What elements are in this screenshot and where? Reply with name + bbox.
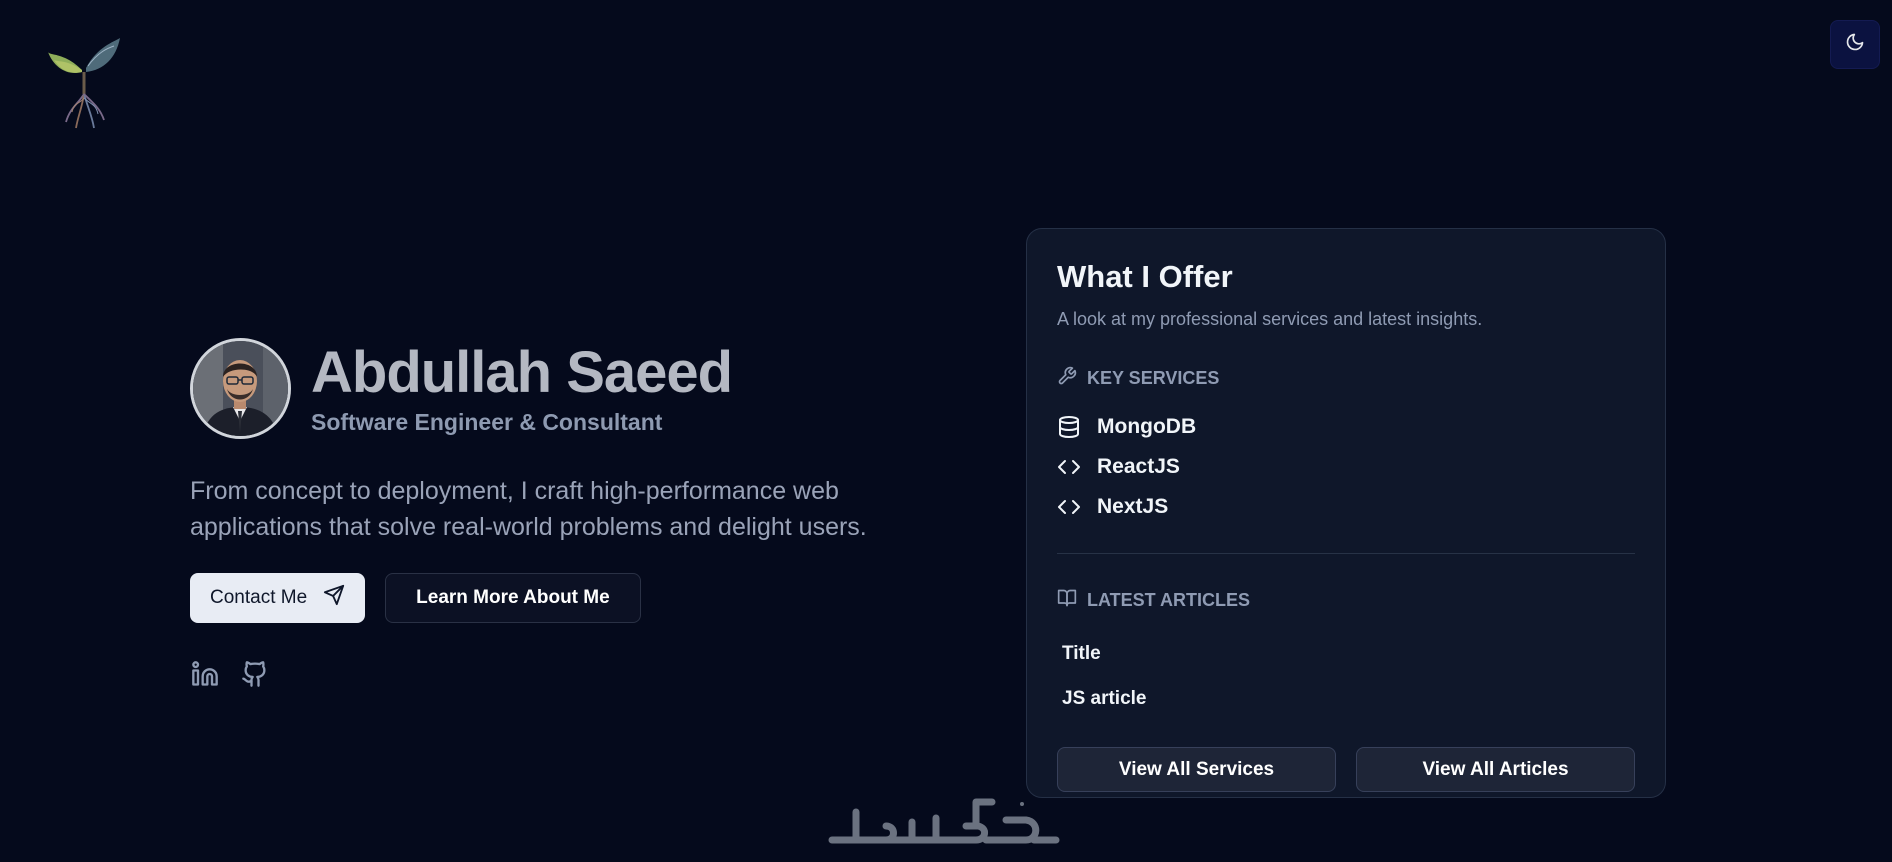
code-icon <box>1057 495 1081 519</box>
theme-toggle-button[interactable] <box>1830 20 1880 69</box>
book-open-icon <box>1057 588 1077 613</box>
article-link[interactable]: Title <box>1057 631 1635 676</box>
contact-me-button[interactable]: Contact Me <box>190 573 366 623</box>
articles-heading-label: Latest Articles <box>1087 590 1250 610</box>
identity-block: Abdullah Saeed Software Engineer & Consu… <box>190 338 910 439</box>
github-link[interactable] <box>240 660 270 693</box>
card-actions: View All Services View All Articles <box>1057 747 1635 792</box>
service-label: MongoDB <box>1097 415 1197 438</box>
khamsat-watermark-logo <box>826 792 1062 852</box>
hero-name: Abdullah Saeed <box>311 340 733 405</box>
offer-subtitle: A look at my professional services and l… <box>1057 309 1483 329</box>
service-label: ReactJS <box>1097 455 1180 478</box>
github-icon <box>241 660 269 693</box>
code-icon <box>1057 455 1081 479</box>
linkedin-icon <box>191 660 219 693</box>
hero-section: Abdullah Saeed Software Engineer & Consu… <box>190 338 910 691</box>
offer-title: What I Offer <box>1057 259 1233 294</box>
avatar <box>190 338 291 439</box>
social-links <box>190 660 910 693</box>
contact-me-label: Contact Me <box>210 587 308 608</box>
hero-actions: Contact Me Learn More About Me <box>190 573 910 623</box>
offer-card: What I Offer A look at my professional s… <box>1026 228 1666 798</box>
services-heading: Key Services <box>1057 366 1635 391</box>
services-heading-label: Key Services <box>1087 368 1220 388</box>
service-item-nextjs[interactable]: NextJS <box>1057 487 1635 527</box>
name-block: Abdullah Saeed Software Engineer & Consu… <box>311 340 733 436</box>
card-divider <box>1057 553 1635 554</box>
service-label: NextJS <box>1097 495 1169 518</box>
send-icon <box>323 584 345 612</box>
article-link[interactable]: JS article <box>1057 676 1635 721</box>
service-item-reactjs[interactable]: ReactJS <box>1057 447 1635 487</box>
learn-more-button[interactable]: Learn More About Me <box>385 573 641 623</box>
service-list: MongoDB ReactJS NextJS <box>1057 407 1635 527</box>
article-list: Title JS article <box>1057 631 1635 721</box>
view-all-services-button[interactable]: View All Services <box>1057 747 1336 792</box>
articles-heading: Latest Articles <box>1057 588 1635 613</box>
sprout-tree-logo[interactable] <box>44 32 124 130</box>
hero-role: Software Engineer & Consultant <box>311 409 663 435</box>
view-all-articles-button[interactable]: View All Articles <box>1356 747 1635 792</box>
hero-tagline: From concept to deployment, I craft high… <box>190 477 867 541</box>
linkedin-link[interactable] <box>190 660 220 693</box>
database-icon <box>1057 415 1081 439</box>
moon-icon <box>1845 32 1865 57</box>
wrench-icon <box>1057 366 1077 391</box>
page: Abdullah Saeed Software Engineer & Consu… <box>0 0 1892 862</box>
service-item-mongodb[interactable]: MongoDB <box>1057 407 1635 447</box>
